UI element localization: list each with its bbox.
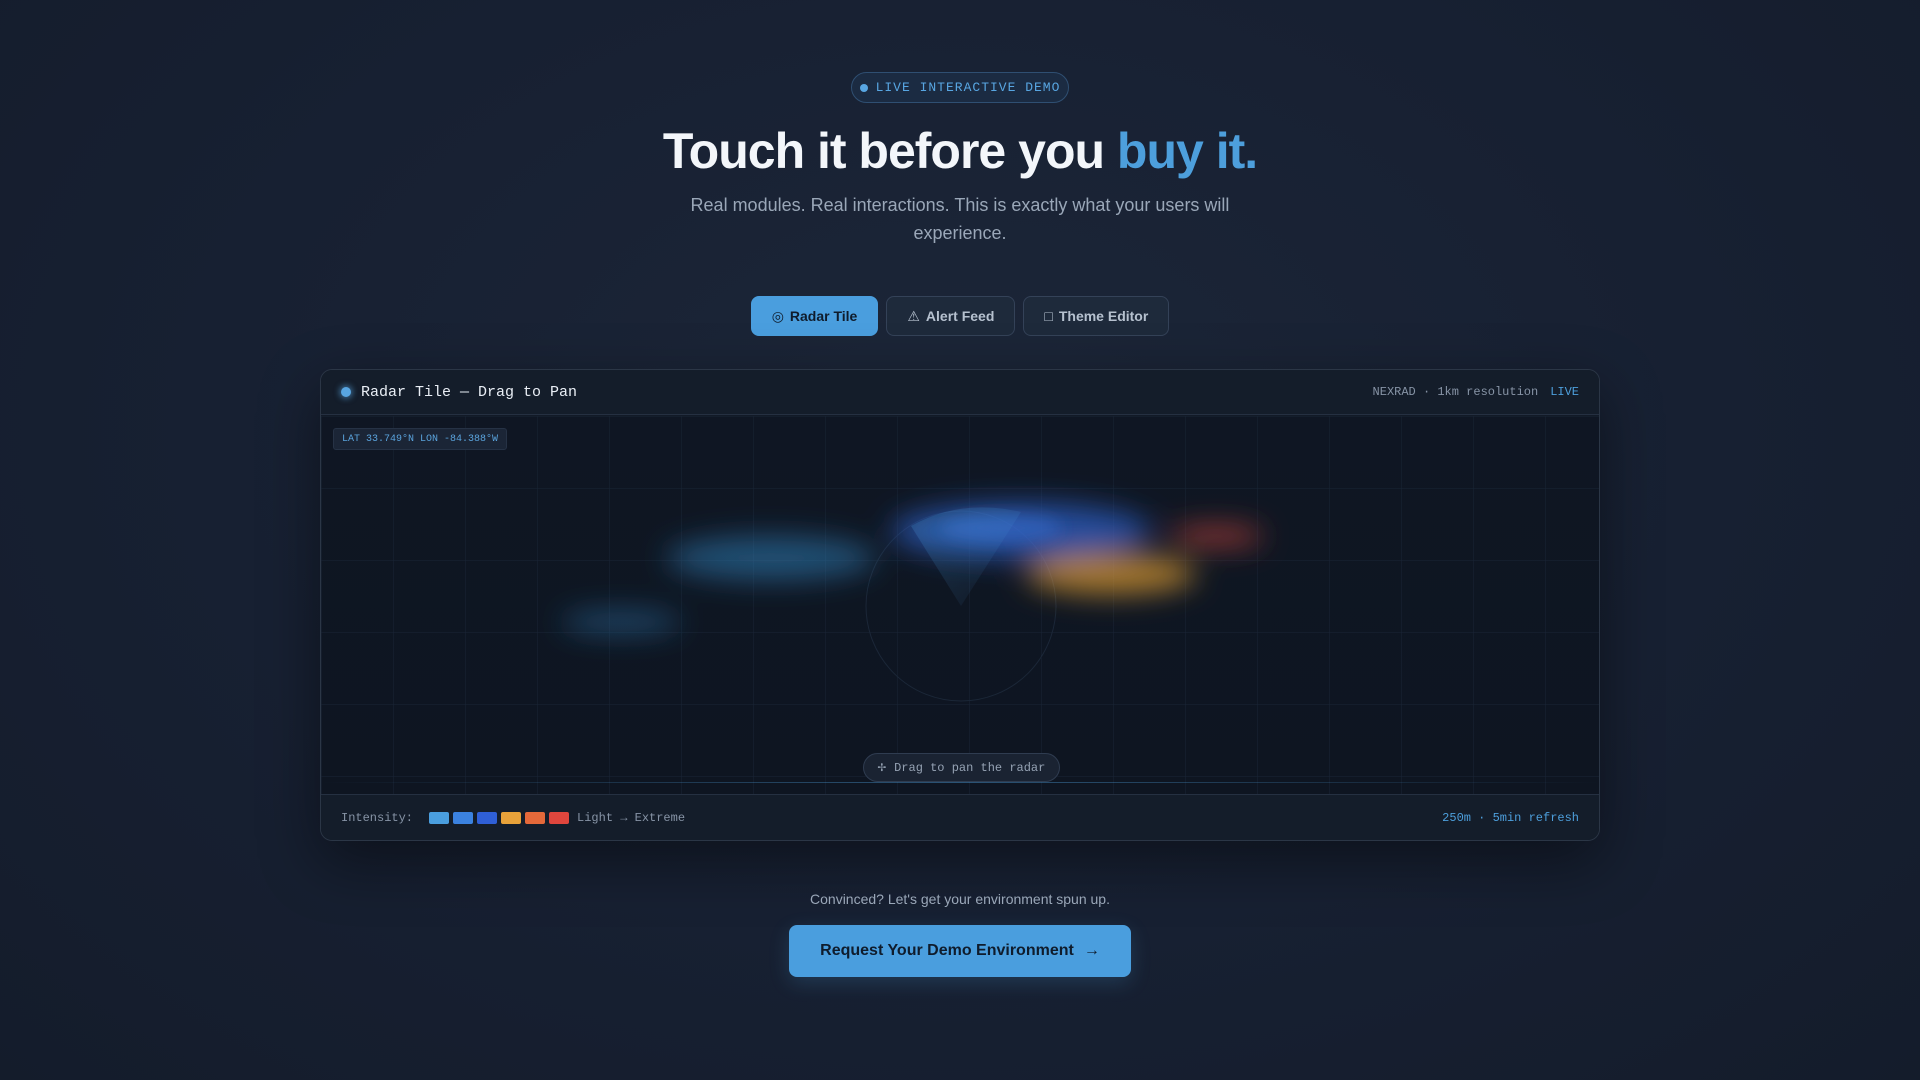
drag-hint-label: Drag to pan the radar bbox=[894, 760, 1046, 775]
intensity-swatch bbox=[501, 811, 522, 824]
intensity-legend bbox=[429, 811, 570, 824]
warning-icon: ⚠ bbox=[907, 307, 920, 324]
cta-text: Convinced? Let's get your environment sp… bbox=[810, 891, 1110, 907]
status-dot-icon bbox=[859, 83, 868, 92]
refresh-info: 250m · 5min refresh bbox=[1442, 810, 1579, 825]
radar-map[interactable]: LAT 33.749°N LON -84.388°W ✢ Drag to pan… bbox=[321, 416, 1599, 795]
tab-label: Theme Editor bbox=[1058, 308, 1149, 324]
tab-radar-tile[interactable]: ◎ Radar Tile bbox=[750, 296, 879, 336]
page-subtitle: Real modules. Real interactions. This is… bbox=[690, 195, 1230, 243]
live-demo-badge: LIVE INTERACTIVE DEMO bbox=[851, 72, 1069, 103]
square-icon: □ bbox=[1044, 308, 1053, 324]
panel-title: Radar Tile — Drag to Pan bbox=[361, 383, 578, 401]
intensity-swatch bbox=[453, 811, 474, 824]
page-title: Touch it before you buy it. bbox=[0, 122, 1920, 180]
move-icon: ✢ bbox=[877, 760, 887, 776]
live-indicator-icon bbox=[341, 387, 351, 397]
intensity-range: Light → Extreme bbox=[577, 810, 686, 825]
precip-cell-light bbox=[561, 610, 681, 634]
panel-meta: NEXRAD · 1km resolution bbox=[1372, 385, 1539, 399]
precip-cell-extreme bbox=[1168, 525, 1264, 547]
precip-cell-heavy bbox=[1026, 554, 1196, 594]
precip-cell-light bbox=[666, 536, 876, 580]
intensity-swatch bbox=[429, 811, 450, 824]
intensity-swatch bbox=[549, 811, 570, 824]
tab-theme-editor[interactable]: □ Theme Editor bbox=[1023, 296, 1170, 336]
arrow-right-icon: → bbox=[1083, 942, 1100, 959]
intensity-swatch bbox=[525, 811, 546, 824]
intensity-label: Intensity: bbox=[341, 810, 414, 825]
intensity-swatch bbox=[477, 811, 498, 824]
radar-canvas bbox=[321, 416, 1599, 795]
tab-label: Radar Tile bbox=[789, 308, 858, 324]
title-main: Touch it before you bbox=[662, 123, 1117, 179]
cta-button-label: Request Your Demo Environment bbox=[820, 942, 1074, 959]
badge-label: LIVE INTERACTIVE DEMO bbox=[875, 80, 1061, 95]
tab-alert-feed[interactable]: ⚠ Alert Feed bbox=[886, 296, 1016, 336]
panel-footer: Intensity: Light → Extreme 250m · 5min r… bbox=[321, 794, 1599, 840]
tab-label: Alert Feed bbox=[925, 308, 995, 324]
target-icon: ◎ bbox=[771, 307, 784, 324]
module-tabs: ◎ Radar Tile ⚠ Alert Feed □ Theme Editor bbox=[0, 296, 1920, 336]
coordinates-readout: LAT 33.749°N LON -84.388°W bbox=[333, 428, 508, 450]
drag-hint: ✢ Drag to pan the radar bbox=[863, 753, 1060, 782]
radar-baseline bbox=[321, 782, 1599, 783]
live-tag: LIVE bbox=[1550, 385, 1579, 399]
title-accent: buy it. bbox=[1116, 123, 1258, 179]
radar-grid bbox=[321, 416, 1599, 795]
radar-tile-panel: Radar Tile — Drag to Pan NEXRAD · 1km re… bbox=[320, 369, 1600, 841]
panel-header: Radar Tile — Drag to Pan NEXRAD · 1km re… bbox=[321, 370, 1599, 415]
request-demo-button[interactable]: Request Your Demo Environment → bbox=[789, 925, 1131, 977]
